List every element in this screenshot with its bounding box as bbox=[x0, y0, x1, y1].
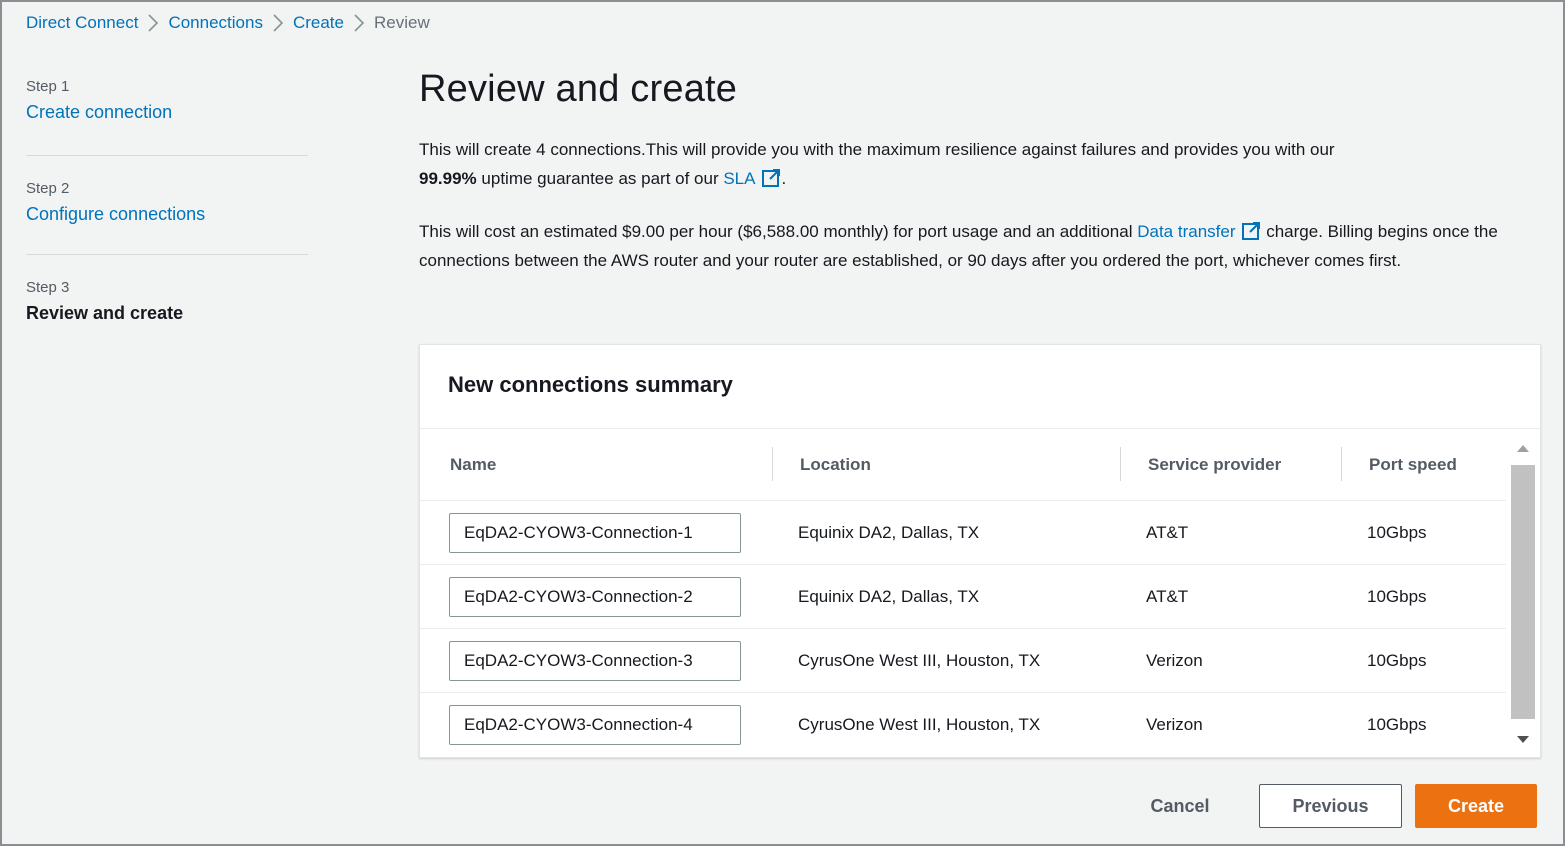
page-title: Review and create bbox=[419, 68, 738, 110]
external-link-icon[interactable] bbox=[1241, 221, 1261, 241]
column-header-name[interactable]: Name bbox=[420, 429, 772, 501]
step-3: Step 3 Review and create bbox=[26, 254, 308, 338]
intro-paragraph: This will create 4 connections.This will… bbox=[419, 140, 1335, 188]
provider-cell: AT&T bbox=[1146, 586, 1189, 606]
step-number: Step 3 bbox=[26, 279, 70, 296]
intro-text: This will create 4 connections.This will… bbox=[419, 140, 1335, 159]
step-1: Step 1 Create connection bbox=[26, 78, 308, 155]
port-speed-cell: 10Gbps bbox=[1367, 650, 1427, 670]
scrollbar-thumb[interactable] bbox=[1511, 465, 1535, 719]
chevron-right-icon bbox=[344, 14, 374, 32]
step-2: Step 2 Configure connections bbox=[26, 155, 308, 254]
cost-paragraph: This will cost an estimated $9.00 per ho… bbox=[419, 217, 1541, 275]
connection-name-input[interactable] bbox=[449, 705, 741, 745]
name-cell bbox=[420, 512, 772, 553]
uptime-value: 99.99% bbox=[419, 169, 477, 188]
name-cell bbox=[420, 640, 772, 681]
connection-name-input[interactable] bbox=[449, 576, 741, 617]
connections-summary-card: New connections summary Name Location Se… bbox=[419, 344, 1541, 758]
breadcrumb-connections[interactable]: Connections bbox=[168, 13, 263, 33]
name-cell bbox=[420, 705, 772, 745]
triangle-down-icon[interactable] bbox=[1515, 731, 1531, 747]
cost-text: This will cost an estimated $9.00 per ho… bbox=[419, 222, 1133, 241]
triangle-up-icon[interactable] bbox=[1515, 441, 1531, 457]
location-cell: CyrusOne West III, Houston, TX bbox=[798, 715, 1041, 734]
name-cell bbox=[420, 576, 772, 617]
connection-name-input[interactable] bbox=[449, 512, 741, 553]
location-cell: Equinix DA2, Dallas, TX bbox=[798, 522, 980, 542]
step-link-create-connection[interactable]: Create connection bbox=[26, 102, 172, 122]
create-button[interactable]: Create bbox=[1415, 784, 1537, 828]
port-speed-cell: 10Gbps bbox=[1367, 715, 1427, 734]
column-header-service-provider[interactable]: Service provider bbox=[1120, 429, 1341, 501]
card-title: New connections summary bbox=[448, 372, 733, 397]
previous-button[interactable]: Previous bbox=[1259, 784, 1402, 828]
provider-cell: AT&T bbox=[1146, 522, 1189, 542]
provider-cell: Verizon bbox=[1146, 650, 1203, 670]
step-current-review-and-create: Review and create bbox=[26, 303, 184, 323]
table-header: Name Location Service provider Port spee… bbox=[420, 429, 1506, 501]
step-number: Step 1 bbox=[26, 78, 70, 95]
port-speed-cell: 10Gbps bbox=[1367, 586, 1427, 606]
table-row: CyrusOne West III, Houston, TX Verizon 1… bbox=[420, 629, 1506, 693]
step-link-configure-connections[interactable]: Configure connections bbox=[26, 204, 205, 224]
card-header: New connections summary bbox=[420, 345, 1540, 429]
cost-text-2: charge. bbox=[1266, 222, 1323, 241]
breadcrumb-direct-connect[interactable]: Direct Connect bbox=[26, 13, 138, 33]
connection-name-input[interactable] bbox=[449, 640, 741, 681]
main-content: Review and create This will create 4 con… bbox=[419, 68, 1541, 275]
provider-cell: Verizon bbox=[1146, 715, 1203, 734]
wizard-actions: Cancel Previous Create bbox=[1125, 784, 1537, 828]
connections-table: Name Location Service provider Port spee… bbox=[420, 429, 1506, 757]
breadcrumb-create[interactable]: Create bbox=[293, 13, 344, 33]
breadcrumb-review: Review bbox=[373, 13, 430, 32]
intro-text-2: uptime guarantee as part of our bbox=[481, 169, 719, 188]
column-header-port-speed[interactable]: Port speed bbox=[1341, 429, 1506, 501]
table-row: Equinix DA2, Dallas, TX AT&T 10Gbps bbox=[420, 501, 1506, 565]
table-scrollbar[interactable] bbox=[1506, 429, 1540, 757]
external-link-icon[interactable] bbox=[761, 168, 781, 188]
table-row: CyrusOne West III, Houston, TX Verizon 1… bbox=[420, 693, 1506, 757]
port-speed-cell: 10Gbps bbox=[1367, 522, 1427, 542]
cancel-button[interactable]: Cancel bbox=[1125, 784, 1235, 828]
sla-link[interactable]: SLA bbox=[723, 169, 755, 188]
location-cell: CyrusOne West III, Houston, TX bbox=[798, 650, 1041, 670]
column-header-location[interactable]: Location bbox=[772, 429, 1120, 501]
table-row: Equinix DA2, Dallas, TX AT&T 10Gbps bbox=[420, 565, 1506, 629]
chevron-right-icon bbox=[138, 14, 168, 32]
breadcrumb: Direct Connect Connections Create Review bbox=[26, 13, 430, 33]
location-cell: Equinix DA2, Dallas, TX bbox=[798, 586, 980, 606]
data-transfer-link[interactable]: Data transfer bbox=[1137, 222, 1235, 241]
wizard-steps: Step 1 Create connection Step 2 Configur… bbox=[26, 78, 308, 338]
step-number: Step 2 bbox=[26, 180, 70, 197]
chevron-right-icon bbox=[263, 14, 293, 32]
